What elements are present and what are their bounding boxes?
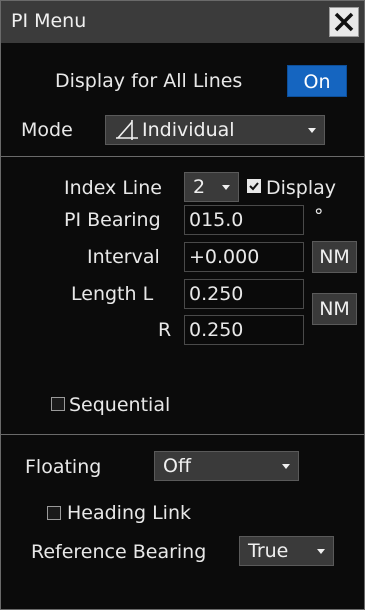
chevron-down-icon	[308, 128, 316, 133]
floating-value: Off	[163, 455, 192, 477]
mode-value: Individual	[142, 119, 235, 141]
close-button[interactable]	[329, 7, 359, 37]
title-bar[interactable]: PI Menu	[1, 1, 364, 43]
close-icon	[334, 12, 354, 32]
divider	[1, 156, 364, 157]
reference-bearing-value: True	[248, 540, 289, 562]
pi-bearing-value: 015.0	[189, 209, 244, 231]
checkmark-icon	[249, 182, 259, 191]
length-unit-button[interactable]: NM	[312, 293, 357, 325]
display-all-lines-label: Display for All Lines	[55, 70, 243, 92]
heading-link-checkbox[interactable]	[47, 506, 61, 520]
degree-unit: °	[314, 205, 324, 227]
interval-label: Interval	[87, 246, 160, 268]
pi-menu-panel: PI Menu Display for All Lines On Mode In…	[0, 0, 365, 610]
floating-label: Floating	[25, 456, 102, 478]
interval-field[interactable]: +0.000	[184, 242, 304, 272]
individual-mode-icon	[116, 120, 138, 140]
length-l-field[interactable]: 0.250	[184, 279, 304, 309]
reference-bearing-dropdown[interactable]: True	[239, 536, 334, 566]
sequential-label: Sequential	[69, 394, 171, 416]
chevron-down-icon	[317, 549, 325, 554]
pi-bearing-label: PI Bearing	[64, 209, 161, 231]
heading-link-label: Heading Link	[67, 502, 192, 524]
length-l-label: Length L	[71, 283, 154, 305]
window-title: PI Menu	[11, 10, 87, 32]
interval-unit-button[interactable]: NM	[312, 241, 357, 273]
chevron-down-icon	[222, 185, 230, 190]
floating-dropdown[interactable]: Off	[154, 451, 299, 481]
length-r-label: R	[158, 319, 172, 341]
length-r-value: 0.250	[189, 319, 244, 341]
interval-value: +0.000	[189, 246, 260, 268]
display-all-lines-toggle[interactable]: On	[287, 65, 347, 97]
display-checkbox[interactable]	[247, 179, 261, 193]
reference-bearing-label: Reference Bearing	[31, 541, 207, 563]
index-line-dropdown[interactable]: 2	[184, 172, 239, 202]
index-line-label: Index Line	[64, 177, 162, 199]
chevron-down-icon	[282, 464, 290, 469]
sequential-checkbox[interactable]	[51, 397, 65, 411]
divider	[1, 434, 364, 435]
pi-bearing-field[interactable]: 015.0	[184, 205, 304, 235]
display-checkbox-label: Display	[266, 177, 337, 199]
length-l-value: 0.250	[189, 283, 244, 305]
length-r-field[interactable]: 0.250	[184, 315, 304, 345]
mode-label: Mode	[21, 119, 73, 141]
mode-dropdown[interactable]: Individual	[105, 115, 325, 145]
index-line-value: 2	[193, 176, 206, 198]
